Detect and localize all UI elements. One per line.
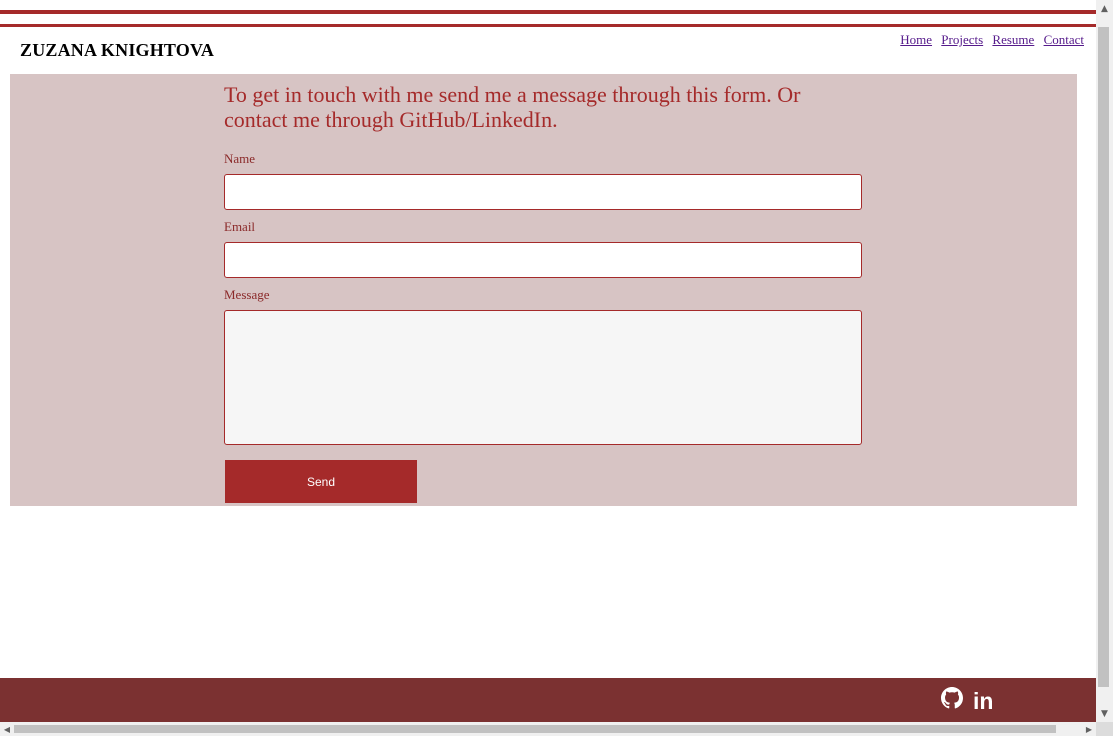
- email-label: Email: [224, 219, 256, 234]
- nav-link-contact[interactable]: Contact: [1044, 32, 1084, 47]
- github-icon[interactable]: [941, 687, 963, 714]
- main-nav: Home Projects Resume Contact: [894, 32, 1084, 48]
- horizontal-scrollbar[interactable]: ◀ ▶: [0, 722, 1096, 736]
- site-footer: in: [0, 678, 1096, 722]
- top-border-line-secondary: [0, 24, 1096, 27]
- message-textarea[interactable]: [224, 310, 862, 445]
- scroll-down-arrow-icon[interactable]: ▼: [1096, 705, 1113, 722]
- browser-viewport: ZUZANA KNIGHTOVA Home Projects Resume Co…: [0, 0, 1096, 722]
- top-border-line: [0, 10, 1096, 14]
- scrollbar-corner: [1096, 722, 1113, 736]
- name-field[interactable]: [224, 174, 862, 210]
- linkedin-icon[interactable]: in: [973, 689, 993, 712]
- scroll-left-arrow-icon[interactable]: ◀: [0, 722, 14, 736]
- nav-link-projects[interactable]: Projects: [941, 32, 983, 47]
- scroll-up-arrow-icon[interactable]: ▲: [1096, 0, 1113, 17]
- horizontal-scroll-thumb[interactable]: [14, 725, 1056, 733]
- email-field[interactable]: [224, 242, 862, 278]
- contact-panel: To get in touch with me send me a messag…: [10, 74, 1077, 506]
- contact-intro-text: To get in touch with me send me a messag…: [224, 82, 801, 132]
- nav-link-home[interactable]: Home: [900, 32, 932, 47]
- scroll-right-arrow-icon[interactable]: ▶: [1082, 722, 1096, 736]
- vertical-scrollbar[interactable]: ▲ ▼: [1096, 0, 1113, 722]
- name-label: Name: [224, 151, 256, 166]
- vertical-scroll-thumb[interactable]: [1098, 27, 1109, 687]
- footer-social-links: in: [941, 687, 993, 714]
- message-label: Message: [224, 287, 270, 302]
- send-button[interactable]: Send: [225, 460, 417, 503]
- site-brand[interactable]: ZUZANA KNIGHTOVA: [20, 40, 214, 61]
- nav-link-resume[interactable]: Resume: [992, 32, 1034, 47]
